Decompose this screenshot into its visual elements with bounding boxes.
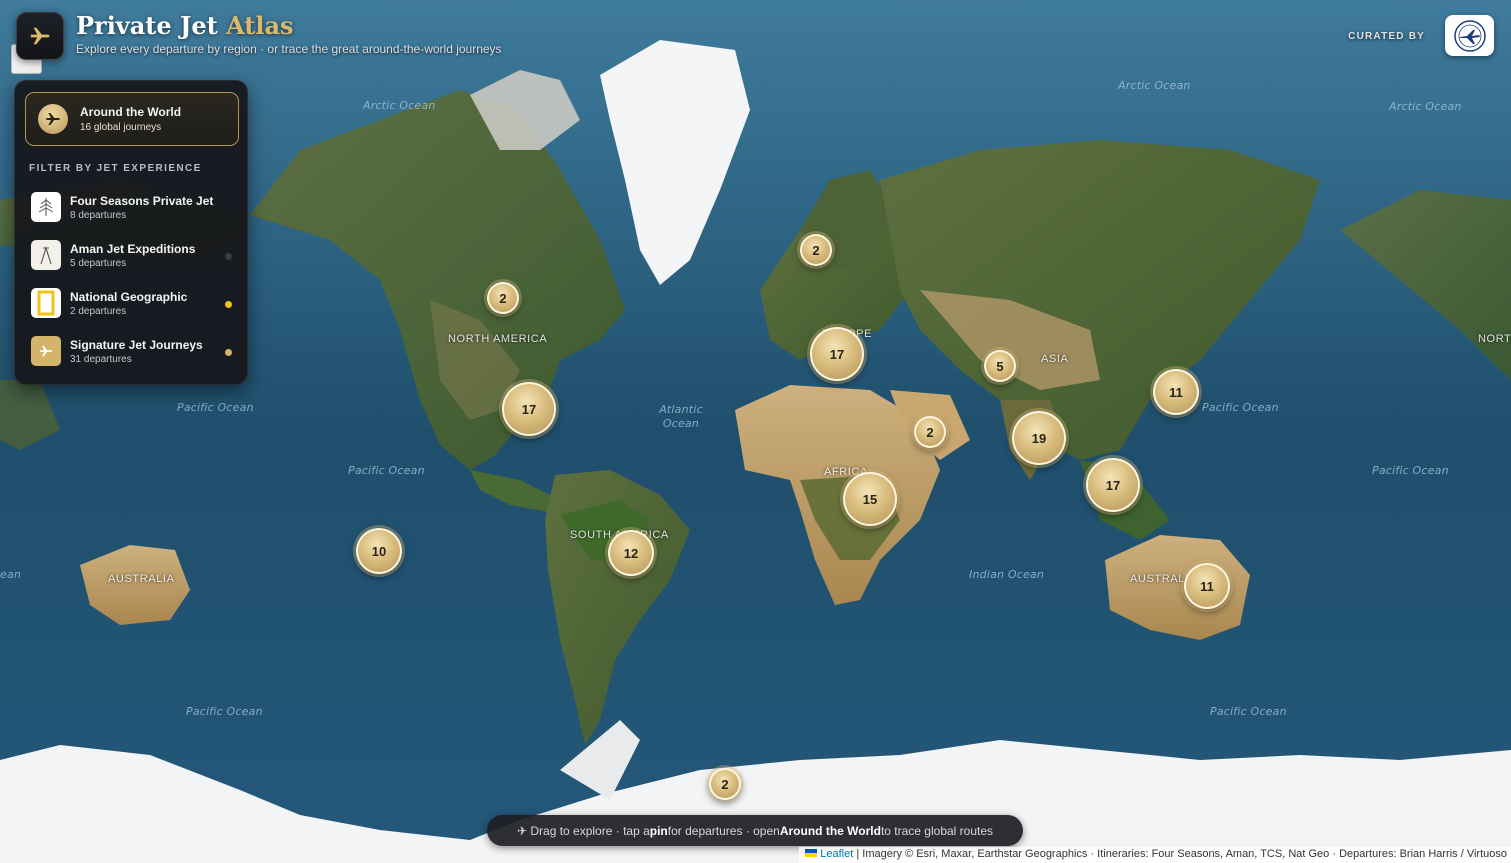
cluster-marker[interactable]: 2 <box>914 416 946 448</box>
cluster-marker[interactable]: 17 <box>502 382 556 436</box>
ocean-label: Pacific Ocean <box>177 401 254 414</box>
region-label: AUSTRALIA <box>108 573 175 585</box>
around-the-world-count: 16 global journeys <box>80 122 162 133</box>
filter-name: Four Seasons Private Jet <box>70 193 214 208</box>
filter-panel: Around the World 16 global journeys FILT… <box>14 80 248 385</box>
title-accent: Atlas <box>226 11 294 40</box>
cluster-marker[interactable]: 5 <box>984 350 1016 382</box>
status-dot <box>225 349 232 356</box>
ocean-label: Pacific Ocean <box>1202 401 1279 414</box>
region-label: NORTH AMERICA <box>448 333 548 345</box>
filter-count: 2 departures <box>70 305 127 317</box>
ocean-label: Arctic Ocean <box>1389 100 1462 113</box>
filter-name: Signature Jet Journeys <box>70 337 203 352</box>
page-title: Private Jet Atlas <box>76 11 294 40</box>
filter-aman[interactable]: Aman Jet Expeditions 5 departures <box>23 234 241 276</box>
filter-four-seasons[interactable]: Four Seasons Private Jet 8 departures <box>23 186 241 228</box>
airplane-badge-icon <box>1453 19 1486 52</box>
filter-count: 5 departures <box>70 257 127 269</box>
ocean-label: Pacific Ocean <box>186 705 263 718</box>
airplane-icon <box>30 27 50 45</box>
pine-tree-icon <box>31 192 61 222</box>
cluster-marker[interactable]: 10 <box>356 528 402 574</box>
cluster-marker[interactable]: 11 <box>1184 563 1230 609</box>
status-dot <box>225 301 232 308</box>
aman-logo-icon <box>31 240 61 270</box>
curator-logo[interactable] <box>1445 15 1494 56</box>
filter-name: National Geographic <box>70 289 188 304</box>
cluster-marker[interactable]: 12 <box>608 530 654 576</box>
ocean-label: Arctic Ocean <box>363 99 436 112</box>
ocean-label: Pacific Ocean <box>1372 464 1449 477</box>
around-the-world-title: Around the World <box>80 105 182 119</box>
ocean-label: Atlantic Ocean <box>659 403 703 430</box>
ocean-label: Arctic Ocean <box>1118 79 1191 92</box>
filter-name: Aman Jet Expeditions <box>70 241 196 256</box>
region-label: ASIA <box>1041 353 1069 365</box>
leaflet-link[interactable]: Leaflet <box>820 848 853 860</box>
region-label: NORTH <box>1478 333 1511 345</box>
attribution-text: | Imagery © Esri, Maxar, Earthstar Geogr… <box>853 848 1507 860</box>
around-the-world-button[interactable]: Around the World 16 global journeys <box>25 92 239 146</box>
airplane-icon <box>38 104 68 134</box>
instruction-hint: ✈ Drag to explore · tap a pin for depart… <box>487 815 1023 846</box>
curated-by-label: CURATED BY <box>1348 31 1425 42</box>
ocean-label: Pacific Ocean <box>1210 705 1287 718</box>
filter-signature-jet-journeys[interactable]: Signature Jet Journeys 31 departures <box>23 330 241 372</box>
cluster-marker[interactable]: 2 <box>487 282 519 314</box>
cluster-marker[interactable]: 11 <box>1153 369 1199 415</box>
map-attribution: Leaflet | Imagery © Esri, Maxar, Earthst… <box>799 847 1511 863</box>
page-subtitle: Explore every departure by region · or t… <box>76 42 502 56</box>
ocean-label: Indian Ocean <box>969 568 1045 581</box>
filter-heading: FILTER BY JET EXPERIENCE <box>29 163 202 174</box>
cluster-marker[interactable]: 2 <box>800 234 832 266</box>
status-dot <box>225 253 232 260</box>
hint-text: ✈ Drag to explore · tap a <box>516 823 650 838</box>
hint-text: to trace global routes <box>880 823 994 838</box>
ukraine-flag-icon <box>805 849 818 857</box>
filter-count: 31 departures <box>70 353 132 365</box>
cluster-marker[interactable]: 2 <box>709 768 741 800</box>
filter-national-geographic[interactable]: National Geographic 2 departures <box>23 282 241 324</box>
app-logo <box>16 12 64 60</box>
cluster-marker[interactable]: 19 <box>1012 411 1066 465</box>
natgeo-frame-icon <box>31 288 61 318</box>
cluster-marker[interactable]: 17 <box>810 327 864 381</box>
title-main: Private Jet <box>76 11 218 40</box>
filter-count: 8 departures <box>70 209 127 221</box>
hint-bold: pin <box>649 823 668 838</box>
cluster-marker[interactable]: 17 <box>1086 458 1140 512</box>
ocean-label: Pacific Ocean <box>348 464 425 477</box>
cluster-marker[interactable]: 15 <box>843 472 897 526</box>
airplane-icon <box>31 336 61 366</box>
hint-text: for departures · open <box>667 823 780 838</box>
ocean-label: ean <box>0 568 22 581</box>
hint-bold: Around the World <box>779 823 881 838</box>
